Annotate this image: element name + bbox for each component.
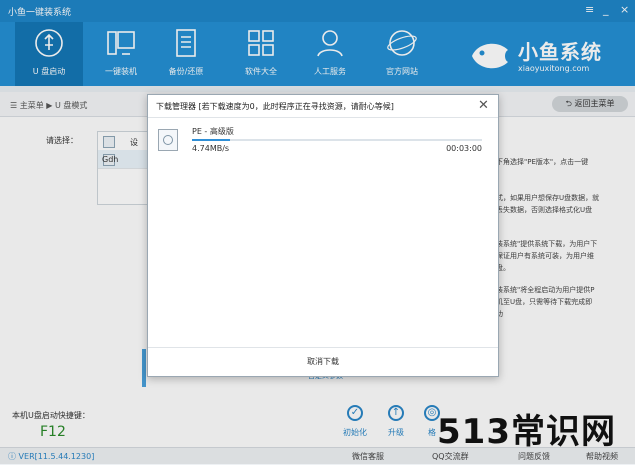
- watermark: 513常识网: [437, 412, 616, 452]
- download-progress-bar: [192, 139, 482, 141]
- dialog-header: 下载管理器 [若下载速度为0，此时程序正在寻找资源，请耐心等候] ✕: [148, 95, 498, 118]
- progress-fill: [192, 139, 230, 141]
- close-icon[interactable]: ✕: [478, 98, 489, 113]
- dialog-footer: 取消下载: [148, 347, 498, 377]
- download-elapsed-time: 00:03:00: [446, 144, 482, 153]
- download-speed: 4.74MB/s: [192, 144, 230, 153]
- dialog-title: 下载管理器 [若下载速度为0，此时程序正在寻找资源，请耐心等候]: [156, 102, 394, 111]
- disc-image-icon: [158, 129, 178, 151]
- download-manager-dialog: 下载管理器 [若下载速度为0，此时程序正在寻找资源，请耐心等候] ✕ PE - …: [147, 94, 499, 377]
- cancel-download-button[interactable]: 取消下载: [283, 356, 363, 367]
- download-item: PE - 高级版 4.74MB/s 00:03:00: [158, 123, 488, 155]
- download-item-name: PE - 高级版: [192, 127, 234, 136]
